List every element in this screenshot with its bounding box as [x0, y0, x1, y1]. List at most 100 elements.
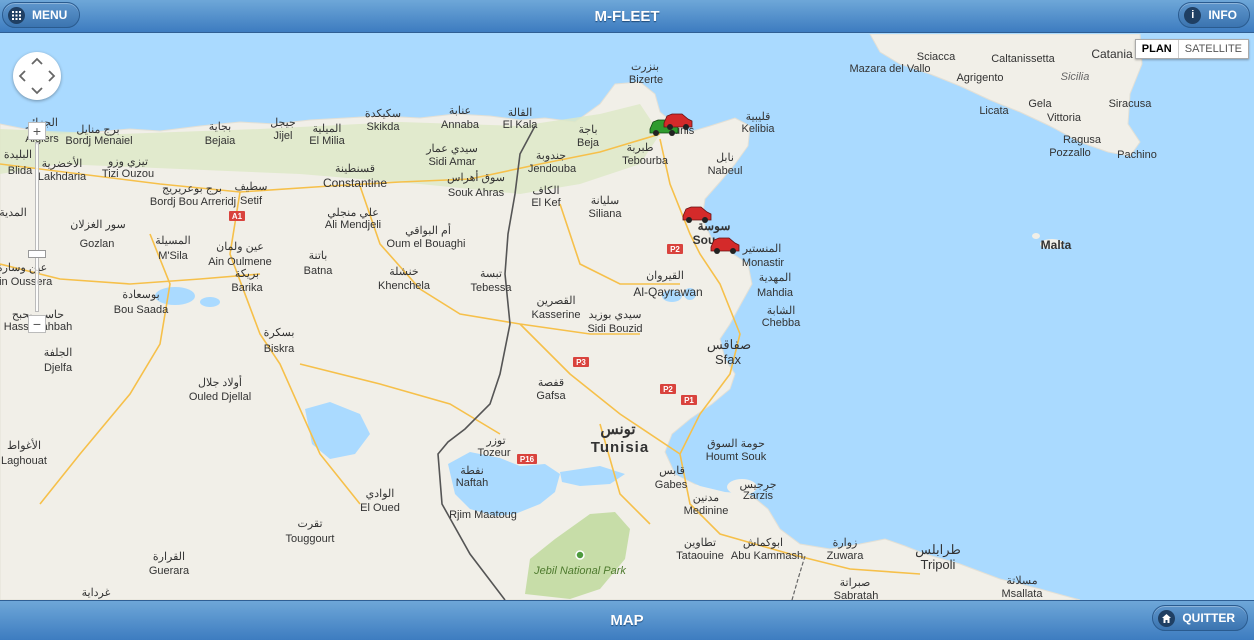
- park-marker-icon: [575, 550, 585, 560]
- svg-text:Ain Oulmene: Ain Oulmene: [208, 256, 272, 268]
- svg-text:Oum el Bouaghi: Oum el Bouaghi: [387, 238, 466, 250]
- svg-text:Bordj Menaiel: Bordj Menaiel: [65, 135, 132, 147]
- svg-text:Kelibia: Kelibia: [741, 123, 775, 135]
- svg-text:الجلفة: الجلفة: [44, 347, 73, 359]
- svg-text:سيدي بوزيد: سيدي بوزيد: [589, 309, 642, 321]
- svg-text:غرداية: غرداية: [82, 587, 111, 599]
- svg-text:Vittoria: Vittoria: [1047, 112, 1082, 124]
- svg-text:Pozzallo: Pozzallo: [1049, 147, 1091, 159]
- svg-text:سطيف: سطيف: [235, 181, 268, 193]
- zoom-slider-handle[interactable]: [28, 250, 46, 258]
- svg-text:Nabeul: Nabeul: [708, 165, 743, 177]
- svg-text:Sidi Amar: Sidi Amar: [428, 156, 475, 168]
- svg-text:عنابة: عنابة: [449, 105, 471, 117]
- zoom-out-button[interactable]: −: [28, 315, 46, 333]
- svg-text:القرارة: القرارة: [153, 551, 185, 563]
- quit-button[interactable]: QUITTER: [1152, 605, 1248, 631]
- svg-text:Annaba: Annaba: [441, 119, 480, 131]
- svg-text:قليبية: قليبية: [746, 111, 771, 123]
- svg-text:Laghouat: Laghouat: [1, 455, 47, 467]
- svg-text:P1: P1: [684, 396, 694, 405]
- map-view[interactable]: A1 P2 P3 P2 P1 P16 بنزرت Bizerte Tunis ق…: [0, 34, 1254, 600]
- svg-text:Souk Ahras: Souk Ahras: [448, 187, 505, 199]
- svg-text:Rjim Maatoug: Rjim Maatoug: [449, 509, 517, 521]
- svg-text:Ragusa: Ragusa: [1063, 134, 1102, 146]
- svg-text:صبراتة: صبراتة: [840, 577, 871, 589]
- app-title: M-FLEET: [594, 8, 660, 25]
- svg-text:سكيكدة: سكيكدة: [365, 108, 401, 120]
- svg-text:Monastir: Monastir: [742, 257, 785, 269]
- svg-text:P2: P2: [663, 385, 673, 394]
- svg-text:Djelfa: Djelfa: [44, 362, 73, 374]
- pan-control[interactable]: [13, 52, 61, 100]
- svg-text:بنزرت: بنزرت: [631, 61, 659, 73]
- svg-text:القيروان: القيروان: [646, 270, 684, 282]
- menu-label: MENU: [32, 8, 68, 22]
- info-label: INFO: [1208, 8, 1237, 22]
- map-type-control: PLAN SATELLITE: [1134, 39, 1249, 59]
- svg-text:نفطة: نفطة: [460, 465, 484, 477]
- svg-text:تيزي وزو: تيزي وزو: [107, 156, 148, 168]
- svg-text:Siracusa: Siracusa: [1109, 98, 1153, 110]
- svg-text:Sicilia: Sicilia: [1061, 71, 1090, 83]
- top-bar: M-FLEET MENU i INFO: [0, 0, 1254, 33]
- svg-text:Catania: Catania: [1091, 47, 1133, 61]
- svg-text:خنشلة: خنشلة: [389, 266, 418, 278]
- svg-text:Medinine: Medinine: [684, 505, 729, 517]
- svg-text:Sabratah: Sabratah: [834, 590, 879, 600]
- svg-text:Licata: Licata: [979, 105, 1009, 117]
- map-type-plan-button[interactable]: PLAN: [1136, 40, 1179, 58]
- grid-icon: [8, 6, 25, 24]
- svg-text:Tozeur: Tozeur: [477, 447, 510, 459]
- svg-text:تطاوين: تطاوين: [684, 537, 716, 549]
- svg-text:Mazara del Vallo: Mazara del Vallo: [849, 63, 930, 75]
- svg-text:Sfax: Sfax: [715, 352, 742, 367]
- svg-text:Houmt Souk: Houmt Souk: [706, 451, 767, 463]
- svg-text:Mahdia: Mahdia: [757, 287, 794, 299]
- svg-text:Jendouba: Jendouba: [528, 163, 577, 175]
- zoom-slider-track[interactable]: [35, 142, 39, 312]
- zoom-in-button[interactable]: +: [28, 122, 46, 140]
- svg-text:طرابلس: طرابلس: [915, 542, 961, 558]
- svg-text:مدنين: مدنين: [693, 492, 720, 504]
- svg-text:Tebourba: Tebourba: [622, 155, 669, 167]
- svg-text:Gabes: Gabes: [655, 479, 688, 491]
- svg-text:الوادي: الوادي: [366, 488, 395, 500]
- svg-text:Skikda: Skikda: [366, 121, 400, 133]
- svg-text:المدية: المدية: [0, 207, 27, 219]
- svg-text:عين ولمان: عين ولمان: [216, 241, 264, 253]
- lake: [200, 297, 220, 307]
- info-button[interactable]: i INFO: [1178, 2, 1250, 28]
- svg-text:Jebil National Park: Jebil National Park: [533, 565, 626, 577]
- svg-text:بسكرة: بسكرة: [264, 327, 295, 339]
- pan-arrows-icon[interactable]: [13, 52, 61, 100]
- svg-text:Malta: Malta: [1041, 238, 1072, 252]
- map-canvas[interactable]: A1 P2 P3 P2 P1 P16 بنزرت Bizerte Tunis ق…: [0, 34, 1254, 600]
- svg-text:P16: P16: [520, 455, 535, 464]
- info-icon: i: [1184, 6, 1202, 24]
- zoom-control: + −: [28, 122, 46, 334]
- svg-text:بجاية: بجاية: [209, 121, 231, 133]
- svg-text:أم البواقي: أم البواقي: [405, 223, 451, 237]
- svg-text:Gozlan: Gozlan: [80, 238, 115, 250]
- svg-text:سيدي عمار: سيدي عمار: [425, 143, 478, 155]
- svg-text:سليانة: سليانة: [591, 195, 620, 207]
- svg-text:قسنطينة: قسنطينة: [335, 163, 375, 175]
- svg-text:P2: P2: [670, 245, 680, 254]
- svg-text:Chebba: Chebba: [762, 317, 801, 329]
- menu-button[interactable]: MENU: [2, 2, 81, 28]
- svg-text:باجة: باجة: [578, 124, 597, 136]
- svg-text:تبسة: تبسة: [480, 268, 502, 280]
- svg-text:Setif: Setif: [240, 195, 263, 207]
- svg-text:برج بوعريريج: برج بوعريريج: [162, 183, 222, 195]
- svg-text:Ali Mendjeli: Ali Mendjeli: [325, 219, 381, 231]
- svg-text:بوسعادة: بوسعادة: [122, 289, 159, 301]
- svg-text:سوق أهراس: سوق أهراس: [447, 170, 505, 184]
- svg-text:Gela: Gela: [1028, 98, 1052, 110]
- svg-text:حومة السوق: حومة السوق: [707, 438, 765, 450]
- map-type-satellite-button[interactable]: SATELLITE: [1179, 40, 1248, 58]
- svg-text:علي منجلي: علي منجلي: [327, 207, 379, 219]
- bottom-bar: MAP: [0, 600, 1254, 640]
- svg-text:بريكة: بريكة: [235, 268, 259, 280]
- svg-text:Tebessa: Tebessa: [471, 282, 513, 294]
